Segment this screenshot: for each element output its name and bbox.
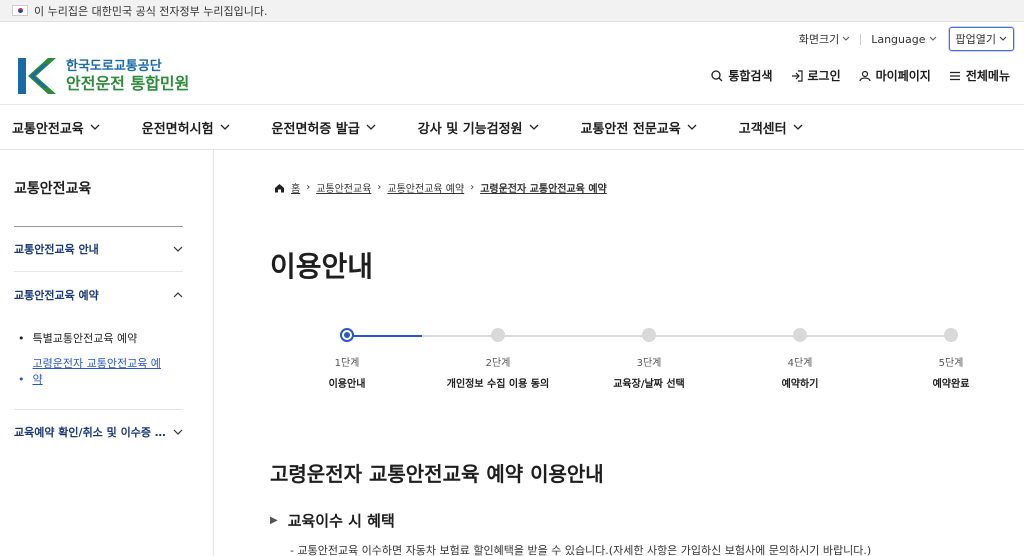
language-selector[interactable]: Language (871, 33, 936, 46)
global-navigation: 교통안전교육 운전면허시험 운전면허증 발급 강사 및 기능검정원 교통안전 전… (0, 104, 1024, 150)
chevron-down-icon (999, 36, 1007, 41)
side-item-reservation-check[interactable]: 교육예약 확인/취소 및 이수증 … (14, 410, 183, 455)
breadcrumb-home[interactable]: 홈 (291, 180, 300, 195)
gnb-item-license-test[interactable]: 운전면허시험 (142, 118, 230, 137)
home-icon (275, 183, 284, 192)
user-icon (859, 70, 871, 81)
hamburger-icon (949, 71, 960, 80)
step-indicator: 1단계 이용안내 2단계 개인정보 수집 이용 동의 3단계 교육장/날짜 선택… (322, 328, 969, 398)
popup-open-button[interactable]: 팝업열기 (948, 27, 1014, 51)
page-title: 이용안내 (270, 250, 374, 283)
side-submenu: • 특별교통안전교육 예약 • 고령운전자 교통안전교육 예약 (14, 317, 183, 410)
gnb-item-license-issuance[interactable]: 운전면허증 발급 (272, 118, 376, 137)
gov-banner: 이 누리집은 대한민국 공식 전자정부 누리집입니다. (0, 0, 1024, 22)
side-subitem-elderly-driver-education[interactable]: • 고령운전자 교통안전교육 예약 (18, 356, 183, 389)
chevron-down-icon (173, 429, 183, 435)
chevron-down-icon (842, 36, 850, 41)
gnb-item-professional-education[interactable]: 교통안전 전문교육 (581, 118, 697, 137)
korea-flag-icon (12, 5, 28, 16)
header: 화면크기 Language 팝업열기 한국도로교통공단 안전운전 통합민원 통합… (0, 22, 1024, 104)
chevron-down-icon (529, 124, 538, 130)
login-link[interactable]: 로그인 (791, 67, 841, 84)
side-nav-title: 교통안전교육 (14, 178, 183, 227)
section-title: 고령운전자 교통안전교육 예약 이용안내 (270, 462, 604, 486)
chevron-right-icon: › (470, 182, 475, 193)
step-dot-active (340, 328, 354, 342)
side-navigation: 교통안전교육 교통안전교육 안내 교통안전교육 예약 • 특별교통안전교육 예약… (0, 150, 214, 556)
step-dot (944, 328, 958, 342)
chevron-down-icon (220, 124, 229, 130)
step-1: 1단계 이용안내 (277, 328, 417, 390)
subsection-title: ▶ 교육이수 시 혜택 (270, 512, 395, 530)
chevron-down-icon (90, 124, 100, 130)
breadcrumb-level1[interactable]: 교통안전교육 (316, 180, 371, 195)
chevron-down-icon (687, 124, 697, 130)
gnb-item-customer-center[interactable]: 고객센터 (739, 118, 803, 137)
step-5: 5단계 예약완료 (881, 328, 1021, 390)
step-3: 3단계 교육장/날짜 선택 (579, 328, 719, 390)
side-item-education-reservation[interactable]: 교통안전교육 예약 (14, 272, 183, 317)
chevron-right-icon: › (306, 182, 311, 193)
breadcrumb-current[interactable]: 고령운전자 교통안전교육 예약 (480, 180, 607, 195)
kororea-logo-icon (18, 56, 58, 96)
arrow-right-icon: ▶ (270, 515, 278, 526)
gov-banner-text: 이 누리집은 대한민국 공식 전자정부 누리집입니다. (34, 4, 268, 18)
full-menu-button[interactable]: 전체메뉴 (949, 67, 1010, 84)
gnb-item-instructor[interactable]: 강사 및 기능검정원 (418, 118, 539, 137)
utility-bar: 화면크기 Language 팝업열기 (799, 27, 1014, 51)
section-description: - 교통안전교육 이수하면 자동차 보험료 할인혜택을 받을 수 있습니다.(자… (290, 544, 872, 556)
breadcrumb-level2[interactable]: 교통안전교육 예약 (387, 180, 464, 195)
main-utility-menu: 통합검색 로그인 마이페이지 전체메뉴 (711, 67, 1010, 84)
chevron-up-icon (173, 291, 183, 297)
logo-title-bottom: 안전운전 통합민원 (66, 74, 190, 94)
chevron-down-icon (173, 246, 183, 252)
side-subitem-special-education[interactable]: • 특별교통안전교육 예약 (18, 331, 183, 348)
site-logo[interactable]: 한국도로교통공단 안전운전 통합민원 (18, 56, 189, 96)
step-dot (491, 328, 505, 342)
side-item-education-guide[interactable]: 교통안전교육 안내 (14, 227, 183, 272)
chevron-down-icon (929, 36, 936, 41)
step-dot (642, 328, 656, 342)
search-icon (711, 69, 723, 81)
integrated-search-link[interactable]: 통합검색 (711, 67, 773, 84)
step-4: 4단계 예약하기 (730, 328, 870, 390)
font-size-selector[interactable]: 화면크기 (799, 31, 850, 47)
divider (860, 33, 862, 45)
chevron-right-icon: › (377, 182, 382, 193)
login-icon (791, 69, 803, 82)
breadcrumb: 홈 › 교통안전교육 › 교통안전교육 예약 › 고령운전자 교통안전교육 예약 (274, 180, 607, 195)
step-dot (793, 328, 807, 342)
step-2: 2단계 개인정보 수집 이용 동의 (428, 328, 568, 390)
mypage-link[interactable]: 마이페이지 (859, 67, 931, 84)
logo-title-top: 한국도로교통공단 (66, 58, 162, 74)
chevron-down-icon (366, 124, 376, 130)
gnb-item-traffic-safety-education[interactable]: 교통안전교육 (12, 118, 100, 137)
chevron-down-icon (793, 124, 803, 130)
